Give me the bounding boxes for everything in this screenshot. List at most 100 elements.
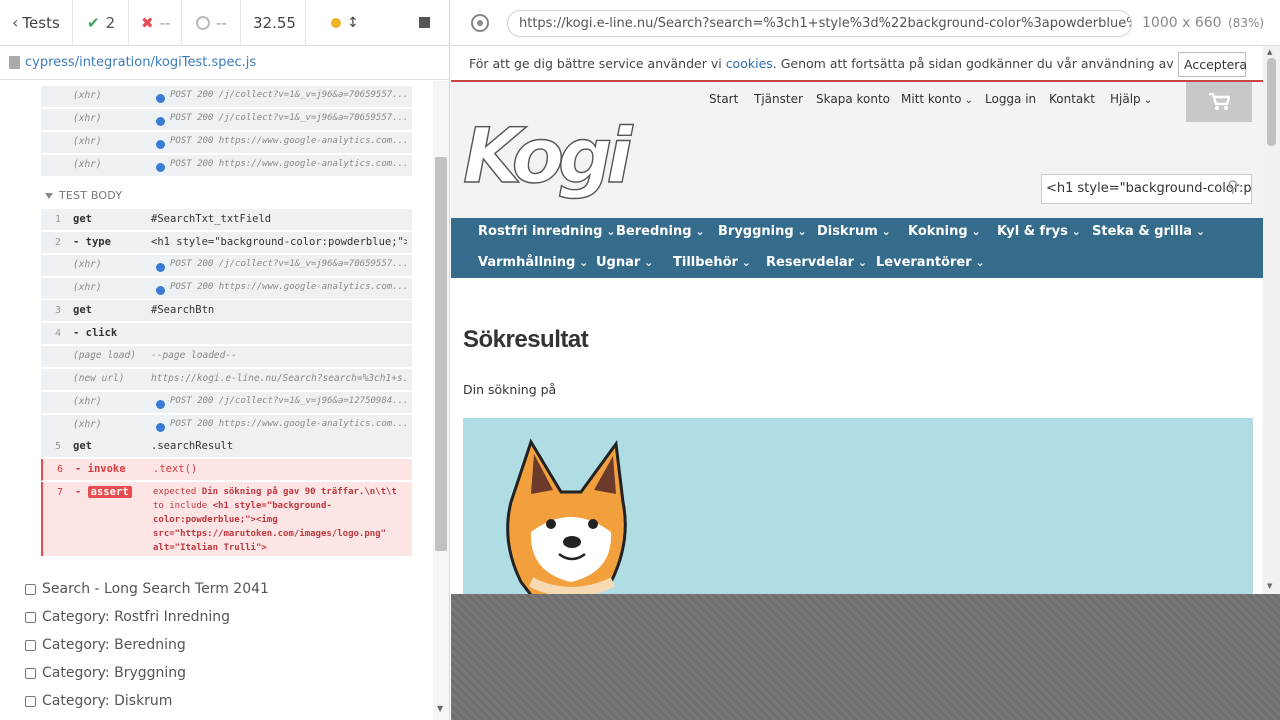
command-row[interactable]: (xhr) POST 200 https://www.google-analyti… [41,415,412,437]
check-icon: ✔ [87,13,100,32]
checkbox-icon [25,639,36,651]
command-row[interactable]: 5 get .searchResult [41,436,412,458]
chevron-down-icon: ⌄ [961,95,973,106]
site-header: Start Tjänster Skapa konto Mitt konto ⌄ Logg… [451,82,1263,218]
command-row[interactable]: (xhr) POST 200 /j/collect?v=1&_v=j96&a=70… [41,255,412,277]
spec-file-name[interactable]: cypress/integration/kogiTest.spec.js [25,55,256,70]
auto-scroll-toggle[interactable]: ↕ [306,0,378,46]
url-field[interactable]: https://kogi.e-line.nu/Search?search=%3c… [507,10,1132,37]
accept-cookies-button[interactable]: Acceptera [1178,52,1247,77]
scrollbar-thumb[interactable] [435,157,447,551]
stop-icon[interactable] [419,17,430,28]
nav-link[interactable]: Skapa konto [816,92,890,106]
chevron-down-icon: ⌄ [1140,95,1153,106]
chevron-down-icon: ⌄ [971,256,985,269]
test-item[interactable]: Category: Rostfri Inredning [25,603,269,631]
test-title: Category: Diskrum [42,693,173,709]
nav-link[interactable]: Start [709,92,738,106]
category-menu-item[interactable]: Leverantörer ⌄ [876,255,985,270]
cookies-link[interactable]: cookies [726,56,773,71]
command-row[interactable]: 1 get #SearchTxt_txtField [41,209,412,231]
up-down-arrow-icon: ↕ [347,14,359,31]
duration: 32.55 [241,0,306,46]
svg-text:Kogi: Kogi [463,114,633,200]
command-row[interactable]: 2 - type <h1 style="background-color:powde… [41,232,412,254]
category-menu-item[interactable]: Beredning ⌄ [616,224,705,239]
category-label: Ugnar [596,255,641,270]
scroll-up-icon[interactable]: ▲ [1267,48,1272,56]
chevron-down-icon: ⌄ [1192,225,1206,238]
command-message: #SearchBtn [151,304,215,316]
command-message: POST 200 https://www.google-analytics.co… [170,282,407,292]
kogi-logo[interactable]: Kogi [461,114,661,200]
test-body-label[interactable]: TEST BODY [45,189,122,202]
category-label: Tillbehör [673,255,738,270]
category-menu-item[interactable]: Ugnar ⌄ [596,255,653,270]
command-row-assert[interactable]: 7- assert expected Din sökning på gav 90 … [41,482,412,556]
category-label: Reservdelar [766,255,855,270]
command-name: get [73,440,92,452]
tests-back-button[interactable]: ‹ Tests [0,0,73,46]
nav-link[interactable]: Tjänster [754,92,803,106]
test-item[interactable]: Category: Beredning [25,631,269,659]
nav-link[interactable]: Hjälp ⌄ [1110,92,1152,106]
category-menu-item[interactable]: Rostfri inredning ⌄ [478,224,616,239]
reporter-scrollbar[interactable]: ▼ [433,81,449,720]
category-menu-item[interactable]: Steka & grilla ⌄ [1092,224,1205,239]
app-scrollbar[interactable]: ▲ ▼ [1263,46,1280,594]
cookie-banner: För att ge dig bättre service använder v… [451,46,1263,82]
selector-playground-icon[interactable] [471,14,489,32]
command-row[interactable]: (page load) --page loaded-- [41,346,412,368]
command-message: POST 200 /j/collect?v=1&_v=j96&a=7065955… [170,113,407,123]
cart-button[interactable] [1186,82,1252,122]
search-icon[interactable]: ⚲ [1227,177,1239,196]
command-name: (xhr) [73,259,102,270]
chevron-down-icon: ⌄ [793,225,807,238]
command-message: <h1 style="background-color:powderblue;"… [151,236,407,248]
category-menu: Rostfri inredning ⌄ Beredning ⌄ Bryggning … [451,218,1263,278]
command-number: 6 [57,464,64,475]
scroll-down-icon[interactable]: ▼ [1267,582,1272,590]
category-menu-item[interactable]: Bryggning ⌄ [718,224,807,239]
test-item[interactable]: Search - Long Search Term 2041 [25,575,269,603]
test-body-title: TEST BODY [59,189,123,202]
chevron-down-icon: ⌄ [877,225,891,238]
command-row[interactable]: (xhr) POST 200 https://www.google-analyti… [41,278,412,300]
command-row[interactable]: (xhr) POST 200 /j/collect?v=1&_v=j96&a=70… [41,109,412,131]
nav-link[interactable]: Logga in [985,92,1036,106]
category-menu-item[interactable]: Kyl & frys ⌄ [997,224,1081,239]
test-item[interactable]: Category: Diskrum [25,687,269,715]
nav-link[interactable]: Kontakt [1049,92,1095,106]
search-results: Sökresultat Din sökning på [451,278,1263,594]
command-row[interactable]: (xhr) POST 200 https://www.google-analyti… [41,132,412,154]
command-message: https://kogi.e-line.nu/Search?search=%3c… [151,373,407,384]
category-menu-item[interactable]: Diskrum ⌄ [817,224,891,239]
nav-link[interactable]: Mitt konto ⌄ [901,92,973,106]
scroll-down-icon[interactable]: ▼ [437,704,443,713]
nav-label: Start [709,92,739,106]
category-menu-item[interactable]: Kokning ⌄ [908,224,981,239]
command-number: 1 [55,214,62,225]
category-menu-item[interactable]: Reservdelar ⌄ [766,255,867,270]
command-row[interactable]: (xhr) POST 200 /j/collect?v=1&_v=j96&a=12… [41,392,412,414]
scrollbar-thumb[interactable] [1267,58,1276,146]
nav-label: Mitt konto [901,92,962,106]
command-row[interactable]: (xhr) POST 200 /j/collect?v=1&_v=j96&a=70… [41,86,412,108]
viewport-size: 1000 x 660 (83%) [1142,15,1265,31]
test-title: Category: Bryggning [42,665,187,681]
category-menu-item[interactable]: Varmhållning ⌄ [478,255,588,270]
nav-label: Hjälp [1110,92,1141,106]
command-message: POST 200 https://www.google-analytics.co… [170,136,407,146]
failed-count: ✖ -- [129,0,182,46]
command-row[interactable]: 6 - invoke .text() [41,459,412,481]
category-menu-item[interactable]: Tillbehör ⌄ [673,255,751,270]
spec-file-bar[interactable]: cypress/integration/kogiTest.spec.js [0,46,449,80]
command-row[interactable]: (new url) https://kogi.e-line.nu/Search?s… [41,369,412,391]
category-label: Diskrum [817,224,878,239]
test-item[interactable]: Category: Bryggning [25,659,269,687]
checkbox-icon [25,667,36,679]
command-row[interactable]: 3 get #SearchBtn [41,300,412,322]
command-row[interactable]: 4 - click [41,323,412,345]
search-input[interactable]: <h1 style="background-color:powderblue;"… [1041,174,1252,204]
command-row[interactable]: (xhr) POST 200 https://www.google-analyti… [41,155,412,177]
